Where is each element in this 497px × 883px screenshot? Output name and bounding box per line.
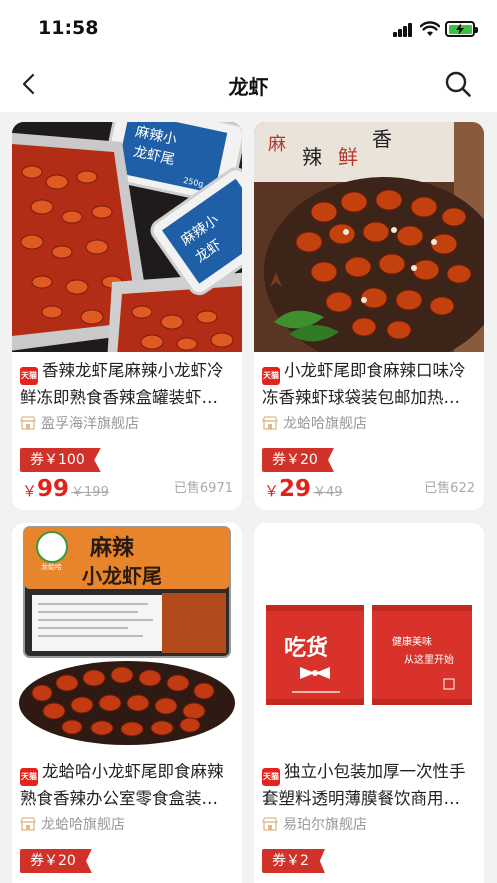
svg-text:健康美味: 健康美味 — [392, 635, 432, 648]
svg-text:香: 香 — [372, 127, 392, 151]
wifi-icon — [420, 21, 440, 36]
search-icon — [445, 71, 471, 97]
page-title: 龙虾 — [228, 75, 269, 99]
product-image[interactable]: 吃货 健康美味 从这里开始 — [254, 523, 484, 753]
svg-text:龙蛤哈: 龙蛤哈 — [41, 562, 62, 571]
svg-text:麻辣: 麻辣 — [89, 535, 135, 561]
store-icon — [262, 416, 278, 430]
price: ￥29 ￥49 — [264, 476, 343, 502]
price: ￥ — [22, 875, 39, 883]
product-image[interactable]: 麻 辣 鲜 香 — [254, 122, 484, 352]
search-button[interactable] — [442, 68, 474, 100]
store-icon — [20, 817, 36, 831]
svg-text:从这里开始: 从这里开始 — [404, 653, 454, 666]
store-name[interactable]: 易珀尔旗舰店 — [262, 815, 367, 835]
coupon-badge[interactable]: 券￥100 — [20, 448, 101, 472]
store-icon — [262, 817, 278, 831]
product-card[interactable]: 麻辣小 龙虾尾 250g 麻辣小 龙虾 天猫 香辣龙虾尾麻辣小龙虾冷鲜冻即熟食香… — [12, 122, 242, 510]
svg-text:麻: 麻 — [268, 134, 286, 155]
product-grid: 麻辣小 龙虾尾 250g 麻辣小 龙虾 天猫 香辣龙虾尾麻辣小龙虾冷鲜冻即熟食香… — [0, 112, 497, 883]
store-icon — [20, 416, 36, 430]
product-title[interactable]: 天猫 香辣龙虾尾麻辣小龙虾冷鲜冻即熟食香辣盒罐装虾… — [20, 358, 236, 410]
product-card[interactable]: 吃货 健康美味 从这里开始 天猫独立小包装加厚一次性手套塑料透明薄膜餐饮商用… — [254, 523, 484, 883]
cellular-signal-icon — [393, 22, 413, 37]
price: ￥ — [264, 875, 281, 883]
coupon-badge[interactable]: 券￥20 — [262, 448, 334, 472]
status-bar: 11:58 — [0, 0, 497, 56]
store-name[interactable]: 龙蛤哈旗舰店 — [20, 815, 125, 835]
nav-bar: 龙虾 — [0, 56, 497, 112]
store-name[interactable]: 盈孚海洋旗舰店 — [20, 414, 139, 434]
store-name[interactable]: 龙蛤哈旗舰店 — [262, 414, 367, 434]
tmall-badge: 天猫 — [262, 367, 280, 385]
product-image[interactable]: 麻辣小 龙虾尾 250g 麻辣小 龙虾 — [12, 122, 242, 352]
sold-count: 已售6971 — [173, 481, 233, 496]
tmall-badge: 天猫 — [20, 768, 38, 786]
sold-count: 已售622 — [424, 481, 475, 496]
product-card[interactable]: 麻 辣 鲜 香 天猫 小龙虾尾即食麻辣口味冷冻香辣虾球袋装包邮加热… 龙蛤哈旗舰… — [254, 122, 484, 510]
product-image[interactable]: 龙蛤哈 麻辣 小龙虾尾 — [12, 523, 242, 753]
svg-text:辣: 辣 — [302, 145, 322, 169]
product-title[interactable]: 天猫 独立小包装加厚一次性手套塑料透明薄膜餐饮商用… — [262, 759, 478, 811]
svg-text:鲜: 鲜 — [338, 145, 358, 169]
tmall-badge: 天猫 — [20, 367, 38, 385]
svg-text:吃货: 吃货 — [284, 635, 328, 661]
battery-charging-icon — [445, 21, 478, 37]
original-price: ￥199 — [71, 485, 109, 500]
product-card[interactable]: 龙蛤哈 麻辣 小龙虾尾 天猫 龙蛤哈小龙虾尾即食麻辣熟食香辣办公室零食盒装… 龙蛤… — [12, 523, 242, 883]
product-title[interactable]: 天猫 龙蛤哈小龙虾尾即食麻辣熟食香辣办公室零食盒装… — [20, 759, 236, 811]
coupon-badge[interactable]: 券￥20 — [20, 849, 92, 873]
price: ￥99 ￥199 — [22, 476, 109, 502]
coupon-badge[interactable]: 券￥2 — [262, 849, 325, 873]
product-title[interactable]: 天猫 小龙虾尾即食麻辣口味冷冻香辣虾球袋装包邮加热… — [262, 358, 478, 410]
tmall-badge: 天猫 — [262, 768, 280, 786]
status-time: 11:58 — [38, 17, 99, 39]
original-price: ￥49 — [313, 485, 343, 500]
svg-text:小龙虾尾: 小龙虾尾 — [82, 564, 162, 588]
